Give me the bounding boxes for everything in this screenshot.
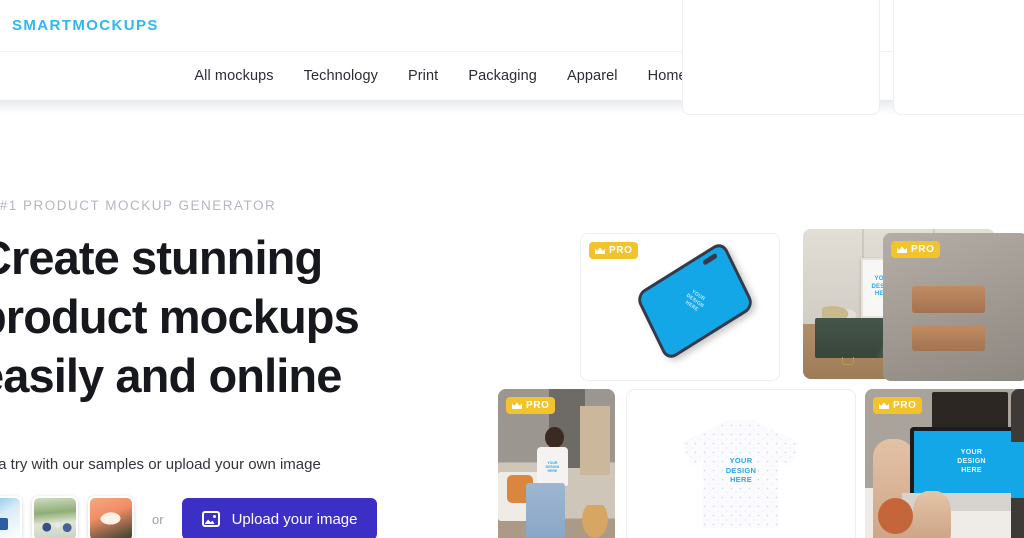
model-tshirt: YOUR DESIGN HERE bbox=[536, 446, 569, 487]
photo-object bbox=[912, 324, 985, 352]
mockup-card-right-sliver[interactable] bbox=[1011, 389, 1024, 538]
crown-icon bbox=[595, 247, 605, 254]
sample-thumbnail-1[interactable] bbox=[0, 496, 22, 538]
headline-line-1: Create stunning bbox=[0, 231, 323, 284]
phone-device: YOUR DESIGN HERE bbox=[634, 240, 756, 362]
laptop-screen: YOUR DESIGN HERE bbox=[909, 426, 1024, 493]
mockup-card-flat-tshirt[interactable]: YOUR DESIGN HERE bbox=[626, 389, 856, 538]
crown-icon bbox=[512, 402, 522, 409]
page-title: Create stunning product mockups easily a… bbox=[0, 228, 360, 405]
pro-badge: PRO bbox=[891, 241, 941, 258]
crown-icon bbox=[897, 246, 907, 253]
headline-line-2: product mockups bbox=[0, 290, 360, 343]
design-placeholder-text: YOURDESIGNHERE bbox=[957, 449, 986, 475]
headline-line-3: easily and online bbox=[0, 349, 342, 402]
pro-badge: PRO bbox=[589, 242, 639, 259]
mockup-card-right-edge[interactable]: PRO bbox=[883, 233, 1024, 381]
pro-badge-label: PRO bbox=[893, 400, 917, 411]
pro-badge: PRO bbox=[873, 397, 923, 414]
page-root: SMARTMOCKUPS All mockups Technology Prin… bbox=[0, 0, 1024, 538]
sample-thumbnail-2[interactable] bbox=[32, 496, 78, 538]
decor-objects-left bbox=[822, 298, 865, 318]
screen-strip bbox=[1011, 441, 1024, 498]
or-separator-label: or bbox=[152, 511, 164, 527]
phone-body: YOUR DESIGN HERE bbox=[634, 240, 756, 362]
model-head bbox=[544, 426, 564, 449]
tshirt-garment: YOUR DESIGN HERE bbox=[682, 420, 800, 529]
design-placeholder-text: YOURDESIGNHERE bbox=[725, 455, 757, 484]
basket-prop bbox=[579, 504, 611, 538]
nav-item-all-mockups[interactable]: All mockups bbox=[194, 68, 273, 84]
upload-button-label: Upload your image bbox=[231, 510, 358, 528]
furniture-leg bbox=[841, 357, 854, 365]
pro-badge-label: PRO bbox=[609, 245, 633, 256]
nav-item-print[interactable]: Print bbox=[408, 68, 438, 84]
hero-section: E #1 PRODUCT MOCKUP GENERATOR Create stu… bbox=[0, 114, 470, 538]
sample-thumbnail-3[interactable] bbox=[88, 496, 134, 538]
nav-item-technology[interactable]: Technology bbox=[304, 68, 378, 84]
photo-object bbox=[912, 286, 985, 313]
model-hand bbox=[912, 491, 951, 538]
mockup-grid: PRO YOURDESIGNHERE YOURDESI bbox=[487, 0, 1024, 538]
pro-badge-label: PRO bbox=[526, 400, 550, 411]
scene-panel bbox=[579, 405, 611, 475]
mockup-card-laptop[interactable]: YOUR DESIGN HERE PRO bbox=[865, 389, 1024, 538]
pro-badge: PRO bbox=[506, 397, 556, 414]
mockup-card-top-left[interactable] bbox=[682, 0, 880, 115]
design-placeholder-text: YOURDESIGNHERE bbox=[545, 461, 560, 474]
phone-notch bbox=[702, 252, 718, 266]
image-icon bbox=[201, 511, 220, 527]
background-monitor bbox=[931, 392, 1009, 429]
mockup-card-phone[interactable]: PRO YOUR DESIGN HERE bbox=[580, 233, 780, 381]
mockup-card-person-tshirt[interactable]: YOUR DESIGN HERE PRO bbox=[498, 389, 615, 538]
mockup-card-top-right[interactable] bbox=[893, 0, 1024, 115]
phone-screen: YOUR DESIGN HERE bbox=[638, 244, 752, 358]
hero-eyebrow: E #1 PRODUCT MOCKUP GENERATOR bbox=[0, 198, 277, 213]
tshirt-wrapper: YOUR DESIGN HERE bbox=[627, 390, 855, 538]
mouse-prop bbox=[877, 497, 913, 535]
design-placeholder-text: YOURDESIGNHERE bbox=[684, 288, 707, 314]
site-logo[interactable]: SMARTMOCKUPS bbox=[12, 17, 159, 34]
hero-subtext: e it a try with our samples or upload yo… bbox=[0, 456, 321, 473]
upload-your-image-button[interactable]: Upload your image bbox=[181, 498, 378, 538]
crown-icon bbox=[879, 402, 889, 409]
sample-images-row: or Upload your image bbox=[0, 496, 378, 538]
model-jeans bbox=[526, 483, 565, 538]
pro-badge-label: PRO bbox=[911, 244, 935, 255]
